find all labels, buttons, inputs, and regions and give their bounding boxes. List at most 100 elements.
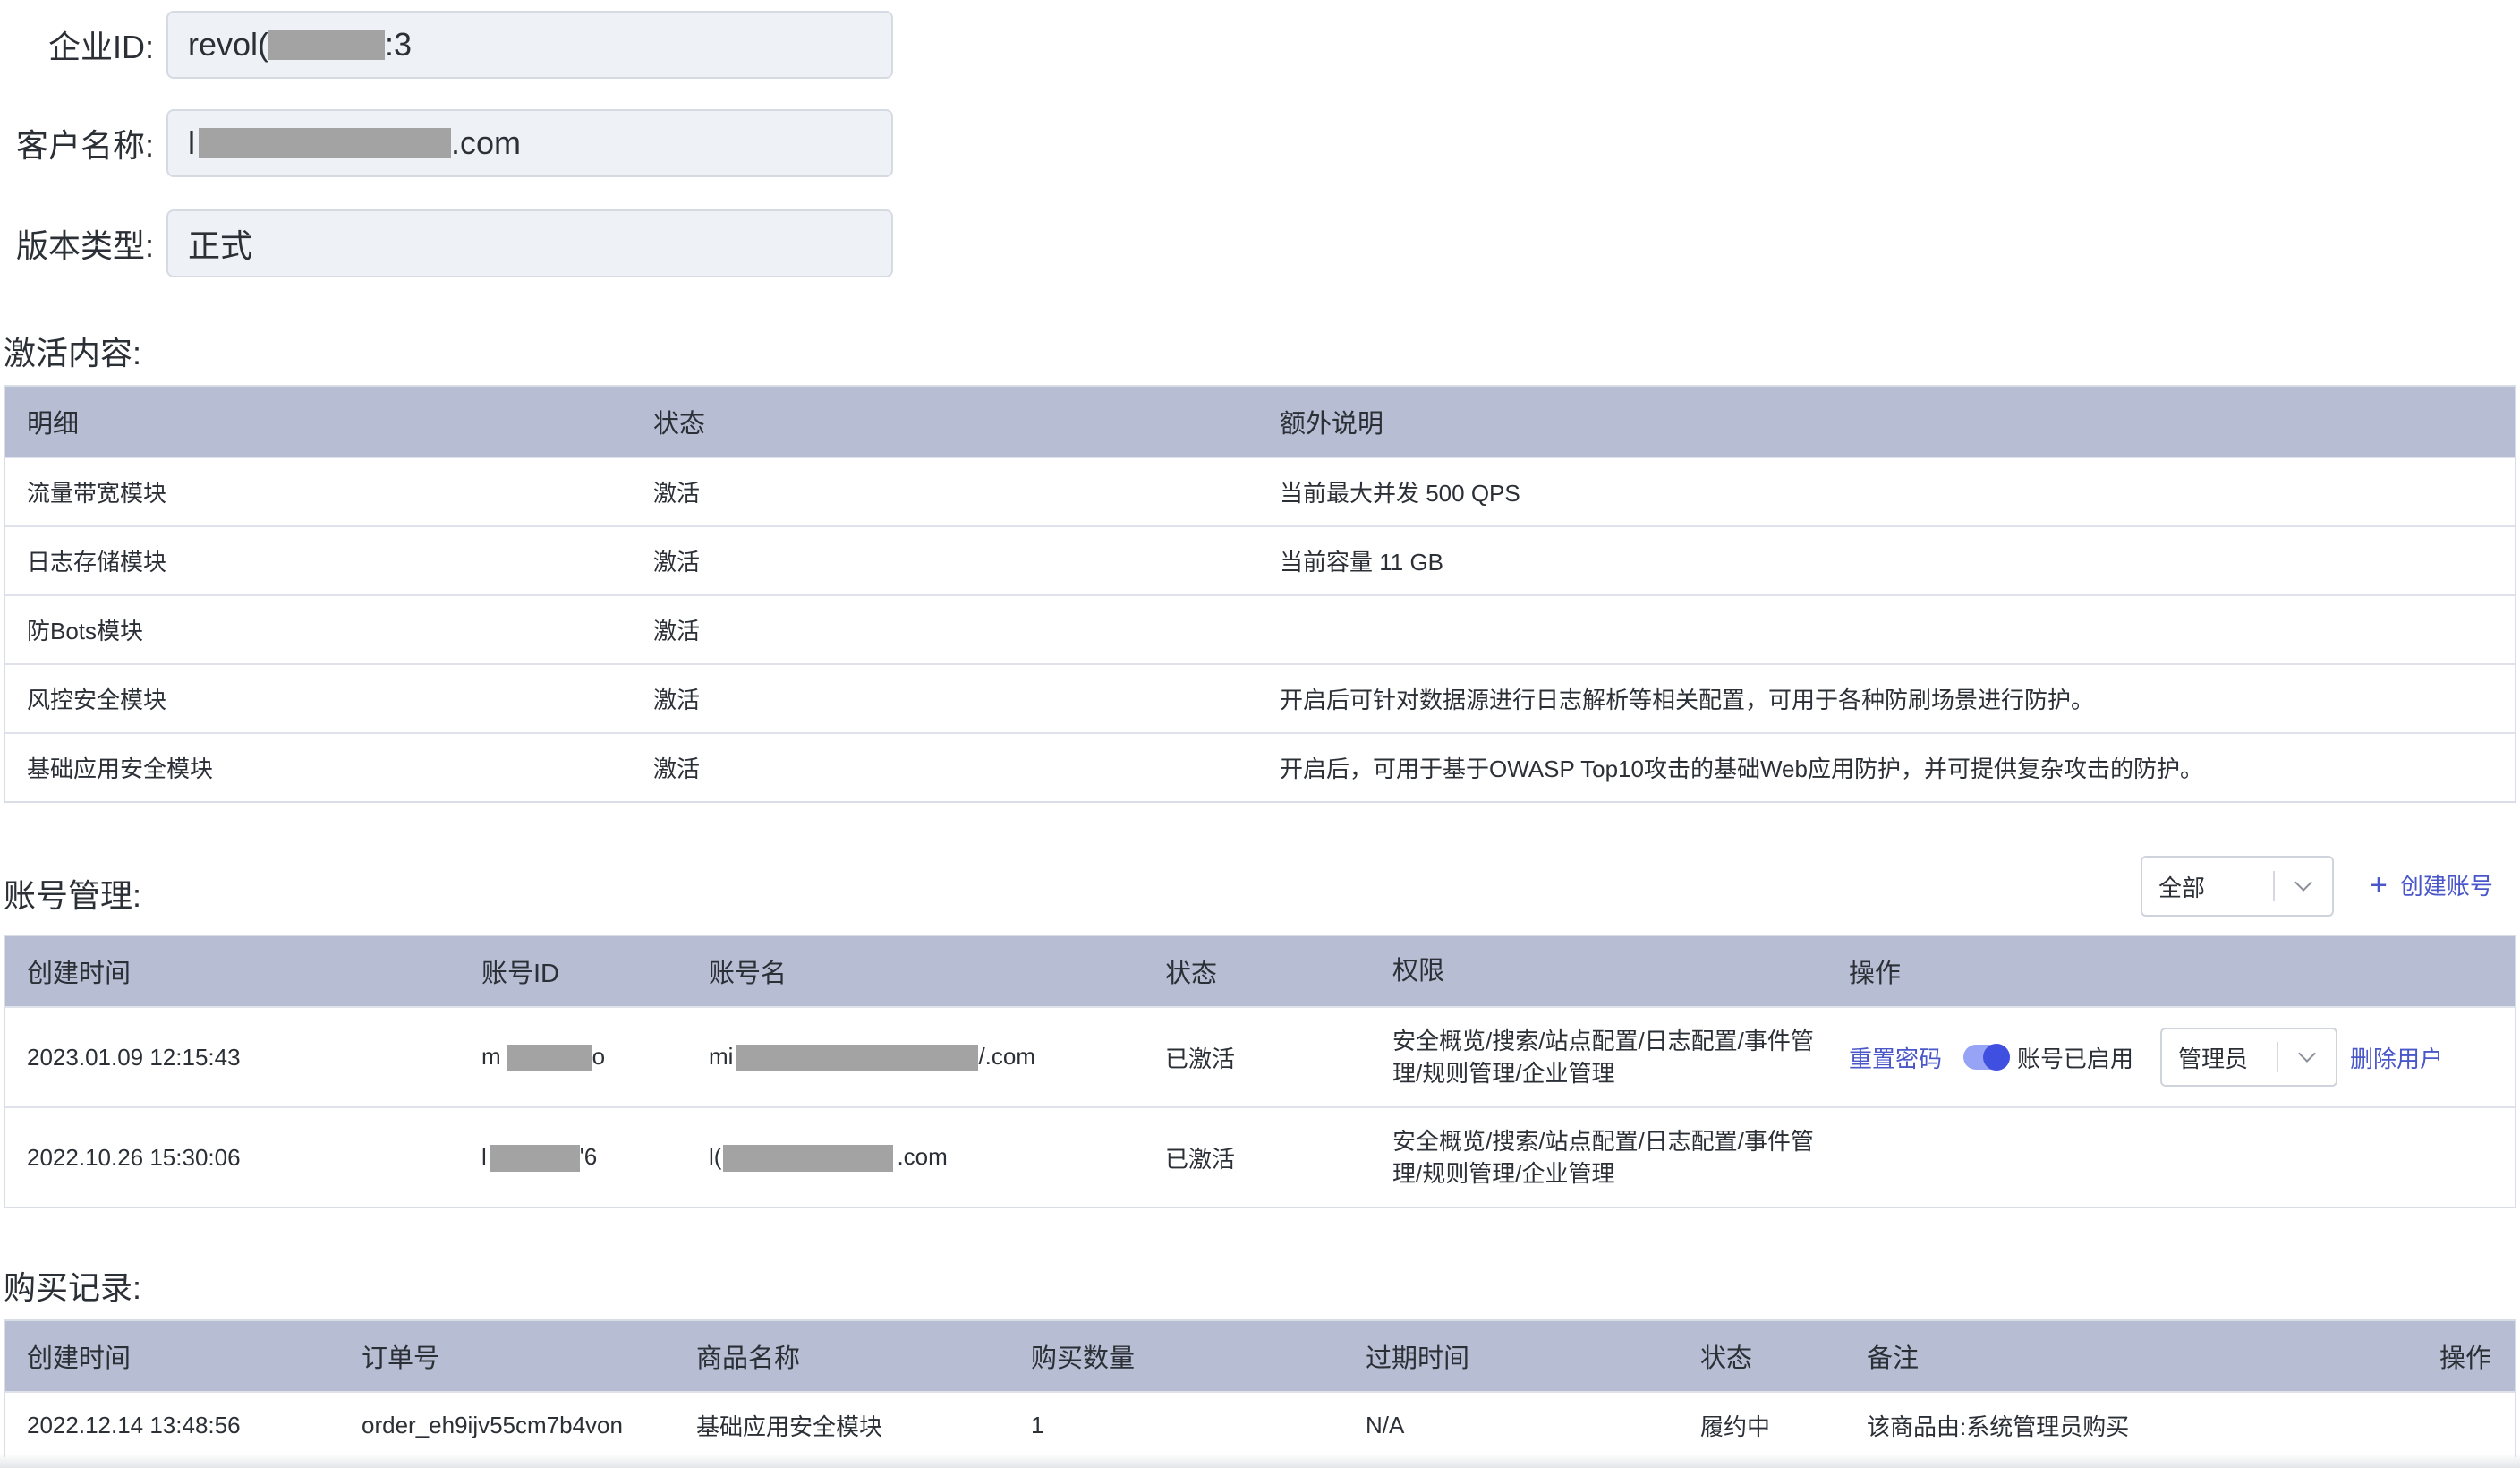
chevron-down-icon — [2278, 1045, 2336, 1063]
redaction-box — [723, 1145, 894, 1173]
customer-name-field[interactable]: l .com — [166, 109, 893, 177]
account-name-prefix: l( — [709, 1142, 722, 1170]
version-label: 版本类型: — [15, 227, 154, 264]
purchase-quantity: 1 — [1031, 1411, 1044, 1438]
account-id-prefix: l — [481, 1142, 487, 1170]
header-account-name: 账号名 — [709, 960, 788, 988]
table-row: 基础应用安全模块 激活 开启后，可用于基于OWASP Top10攻击的基础Web… — [5, 732, 2515, 801]
version-row: 版本类型: 正式 — [0, 209, 893, 277]
module-status: 激活 — [653, 687, 701, 713]
purchase-remark: 该商品由:系统管理员购买 — [1867, 1413, 2130, 1440]
table-row: 风控安全模块 激活 开启后可针对数据源进行日志解析等相关配置，可用于各种防刷场景… — [5, 663, 2515, 732]
purchase-order-no: order_eh9ijv55cm7b4von — [362, 1411, 623, 1438]
account-enabled-label: 账号已启用 — [2017, 1045, 2134, 1072]
module-notes: 当前最大并发 500 QPS — [1280, 480, 1520, 507]
module-name: 日志存储模块 — [27, 549, 167, 576]
accounts-section-title: 账号管理: — [4, 877, 142, 914]
account-name-suffix: .com — [897, 1142, 948, 1170]
table-header: 明细 状态 额外说明 — [5, 387, 2515, 457]
module-name: 风控安全模块 — [27, 687, 167, 713]
module-name: 防Bots模块 — [27, 618, 144, 644]
purchases-section-title: 购买记录: — [4, 1269, 142, 1306]
account-id: mo — [460, 1042, 687, 1072]
header-quantity: 购买数量 — [1031, 1344, 1136, 1373]
account-id-suffix: '6 — [579, 1142, 598, 1170]
activation-section-title: 激活内容: — [4, 335, 142, 371]
toggle-knob — [1983, 1044, 2011, 1071]
redaction-box — [736, 1045, 979, 1072]
delete-user-link[interactable]: 删除用户 — [2350, 1041, 2443, 1074]
module-name: 流量带宽模块 — [27, 480, 167, 507]
purchases-table: 创建时间 订单号 商品名称 购买数量 过期时间 状态 备注 操作 2022.12… — [4, 1319, 2516, 1457]
header-detail: 明细 — [27, 410, 80, 439]
header-status: 状态 — [653, 410, 706, 439]
scroll-fade — [0, 1454, 2520, 1468]
header-permissions: 权限 — [1392, 957, 1445, 986]
header-expiry: 过期时间 — [1366, 1344, 1470, 1373]
module-status: 激活 — [653, 480, 701, 507]
header-order-no: 订单号 — [362, 1344, 440, 1373]
account-actions: 重置密码 账号已启用 管理员 删除用户 — [1827, 1028, 2515, 1087]
enterprise-id-field[interactable]: revol( :3 — [166, 11, 893, 79]
account-created: 2022.10.26 15:30:06 — [27, 1143, 241, 1171]
header-remark: 备注 — [1867, 1344, 1920, 1373]
account-id-suffix: o — [592, 1042, 606, 1070]
table-row: 2023.01.09 12:15:43 mo mi/.com 已激活 安全概览/… — [5, 1006, 2515, 1106]
accounts-table: 创建时间 账号ID 账号名 状态 权限 操作 2023.01.09 12:15:… — [4, 935, 2516, 1208]
account-created: 2023.01.09 12:15:43 — [27, 1043, 241, 1071]
redaction-box — [490, 1145, 580, 1173]
purchase-product: 基础应用安全模块 — [696, 1413, 883, 1440]
module-status: 激活 — [653, 618, 701, 644]
module-notes: 开启后，可用于基于OWASP Top10攻击的基础Web应用防护，并可提供复杂攻… — [1280, 755, 2203, 782]
account-permissions: 安全概览/搜索/站点配置/日志配置/事件管理/规则管理/企业管理 — [1392, 1028, 1814, 1087]
account-filter-select[interactable]: 全部 — [2141, 856, 2334, 917]
header-actions: 操作 — [1849, 960, 1902, 988]
header-notes: 额外说明 — [1280, 410, 1384, 439]
customer-name-row: 客户名称: l .com — [0, 109, 893, 177]
purchase-created: 2022.12.14 13:48:56 — [27, 1411, 241, 1438]
header-created: 创建时间 — [27, 1344, 132, 1373]
filter-value: 全部 — [2158, 874, 2206, 901]
customer-name-suffix: .com — [451, 124, 522, 161]
header-actions: 操作 — [2439, 1344, 2491, 1373]
module-notes: 当前容量 11 GB — [1280, 549, 1444, 576]
create-account-label: 创建账号 — [2399, 873, 2493, 900]
redaction-box — [199, 128, 451, 158]
header-account-id: 账号ID — [481, 960, 560, 988]
module-status: 激活 — [653, 549, 701, 576]
account-status: 已激活 — [1165, 1045, 1236, 1072]
header-product: 商品名称 — [696, 1344, 801, 1373]
enterprise-id-suffix: :3 — [385, 26, 413, 63]
enterprise-id-label: 企业ID: — [47, 29, 154, 65]
table-header: 创建时间 订单号 商品名称 购买数量 过期时间 状态 备注 操作 — [5, 1321, 2515, 1391]
account-id-prefix: m — [481, 1042, 501, 1070]
purchase-status: 履约中 — [1700, 1413, 1771, 1440]
header-status: 状态 — [1165, 960, 1218, 988]
enterprise-id-row: 企业ID: revol( :3 — [0, 11, 893, 79]
role-value: 管理员 — [2178, 1045, 2249, 1072]
table-row: 防Bots模块 激活 — [5, 594, 2515, 663]
table-row: 2022.10.26 15:30:06 l '6 l(.com 已激活 安全概览/… — [5, 1106, 2515, 1207]
version-value: 正式 — [188, 227, 253, 264]
header-created: 创建时间 — [27, 960, 132, 988]
account-name-suffix: /.com — [978, 1042, 1036, 1070]
account-name-prefix: mi — [709, 1042, 734, 1070]
header-status: 状态 — [1700, 1344, 1753, 1373]
table-row: 流量带宽模块 激活 当前最大并发 500 QPS — [5, 457, 2515, 525]
enterprise-id-prefix: revol( — [188, 26, 269, 63]
account-id: l '6 — [460, 1142, 687, 1173]
account-enabled-toggle[interactable] — [1963, 1044, 2011, 1071]
purchase-expiry: N/A — [1366, 1411, 1405, 1438]
version-field[interactable]: 正式 — [166, 209, 893, 277]
create-account-button[interactable]: + 创建账号 — [2370, 868, 2493, 901]
plus-icon: + — [2370, 867, 2388, 902]
account-permissions: 安全概览/搜索/站点配置/日志配置/事件管理/规则管理/企业管理 — [1392, 1128, 1814, 1187]
module-name: 基础应用安全模块 — [27, 755, 214, 782]
redaction-box — [506, 1045, 592, 1072]
module-notes: 开启后可针对数据源进行日志解析等相关配置，可用于各种防刷场景进行防护。 — [1280, 687, 2095, 713]
role-select[interactable]: 管理员 — [2160, 1028, 2338, 1087]
customer-name-prefix: l — [188, 124, 195, 161]
table-header: 创建时间 账号ID 账号名 状态 权限 操作 — [5, 936, 2515, 1006]
reset-password-link[interactable]: 重置密码 — [1849, 1041, 1942, 1074]
module-status: 激活 — [653, 755, 701, 782]
